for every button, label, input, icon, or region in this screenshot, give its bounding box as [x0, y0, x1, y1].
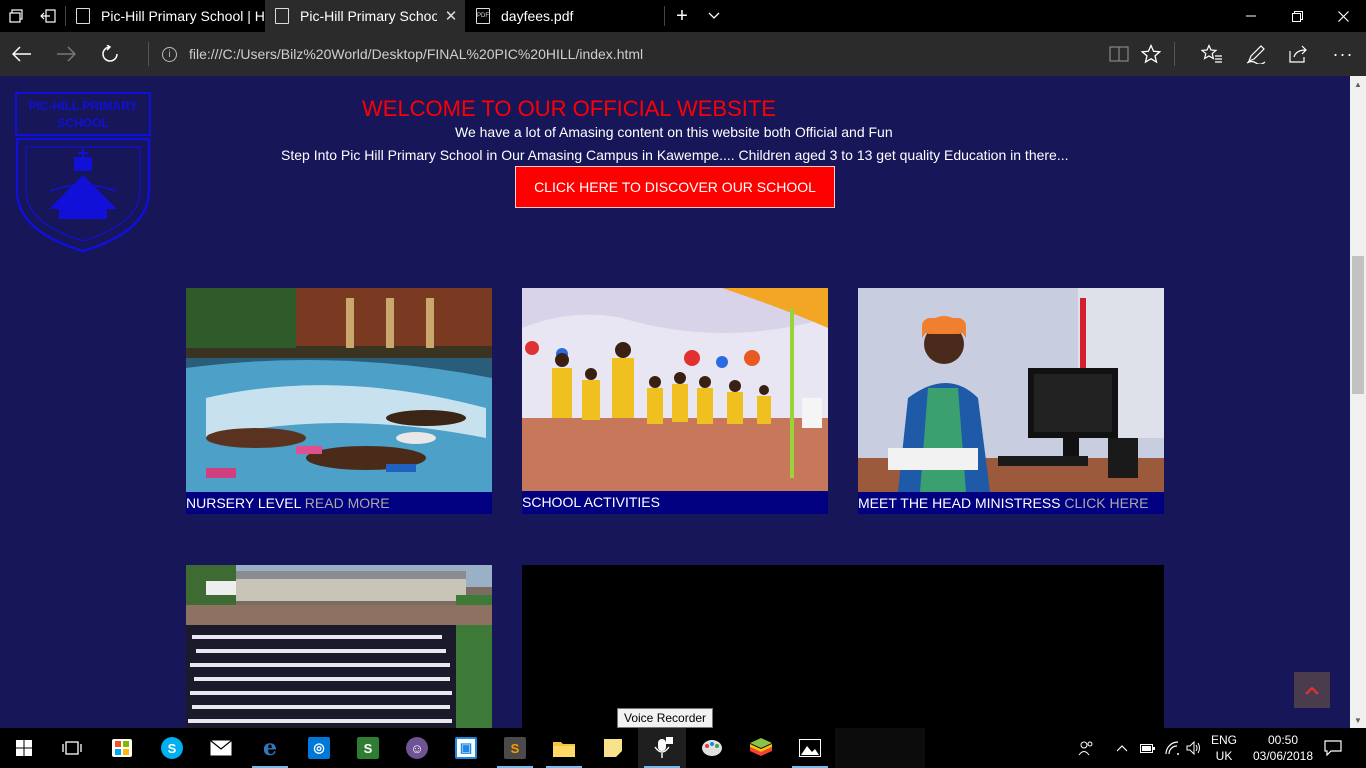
people-icon[interactable]	[1078, 728, 1094, 768]
tab-set-aside-icon[interactable]	[0, 0, 32, 32]
intro-text-2: Step Into Pic Hill Primary School in Our…	[281, 147, 1069, 163]
web-page: PIC-HILL PRIMARY SCHOOL WELCOME TO OUR O…	[0, 76, 1350, 728]
info-icon[interactable]: i	[162, 46, 177, 62]
new-tab-icon[interactable]: +	[666, 0, 698, 32]
card-caption: SCHOOL ACTIVITIES	[522, 491, 828, 514]
photos-icon[interactable]	[786, 728, 834, 768]
card-head-ministress: MEET THE HEAD MINISTRESS CLICK HERE	[858, 288, 1164, 514]
maximize-icon[interactable]	[1274, 0, 1320, 32]
tab-pic-hill-home[interactable]: Pic-Hill Primary School | Ho	[66, 0, 264, 32]
page-favicon-icon	[275, 8, 289, 24]
taskbar: S e ◎ S ☺ ▣ S ENG UK 00:50 03/06/2018	[0, 728, 1366, 768]
back-to-top-button[interactable]	[1294, 672, 1330, 708]
language-code: ENG	[1210, 733, 1237, 747]
task-view-icon[interactable]	[48, 728, 96, 768]
intro-text-1: We have a lot of Amasing content on this…	[455, 124, 893, 140]
page-scrollbar[interactable]: ▲ ▼	[1350, 76, 1366, 728]
card-caption: NURSERY LEVEL READ MORE	[186, 492, 492, 514]
tab-title: Pic-Hill Primary School | Ho	[101, 8, 264, 24]
keyboard-layout: UK	[1215, 749, 1233, 763]
store-icon[interactable]	[98, 728, 146, 768]
voice-recorder-icon[interactable]	[638, 728, 686, 768]
clock-time: 00:50	[1267, 733, 1299, 747]
mail-icon[interactable]	[197, 728, 245, 768]
school-logo[interactable]: PIC-HILL PRIMARY SCHOOL	[14, 91, 152, 253]
skype-icon[interactable]: S	[148, 728, 196, 768]
input-language[interactable]: ENG UK	[1206, 732, 1242, 764]
page-favicon-icon	[76, 8, 90, 24]
scroll-down-icon[interactable]: ▼	[1350, 712, 1366, 728]
welcome-heading: WELCOME TO OUR OFFICIAL WEBSITE	[362, 96, 776, 121]
address-toolbar: i file:///C:/Users/Bilz%20World/Desktop/…	[0, 32, 1366, 76]
read-more-link[interactable]: READ MORE	[305, 495, 390, 511]
tab-bar: Pic-Hill Primary School | Ho Pic-Hill Pr…	[0, 0, 1366, 32]
tab-title: Pic-Hill Primary School	[300, 8, 437, 24]
logo-text-line1: PIC-HILL PRIMARY	[29, 99, 138, 113]
web-note-icon[interactable]	[1234, 32, 1278, 76]
refresh-icon[interactable]	[88, 32, 132, 76]
nursery-photo[interactable]	[186, 288, 492, 492]
pdf-file-icon: PDF	[476, 8, 490, 24]
close-icon[interactable]	[1320, 0, 1366, 32]
card-caption-title: SCHOOL ACTIVITIES	[522, 494, 660, 510]
tab-dayfees-pdf[interactable]: PDF dayfees.pdf	[466, 0, 664, 32]
action-center-icon[interactable]	[1324, 728, 1342, 768]
voice-recorder-tooltip: Voice Recorder	[617, 708, 714, 728]
volume-icon[interactable]	[1186, 728, 1202, 768]
activities-photo[interactable]	[522, 288, 828, 491]
favorite-star-icon[interactable]	[1129, 32, 1173, 76]
back-icon[interactable]	[0, 32, 44, 76]
card-assembly	[186, 565, 492, 728]
address-bar[interactable]: i file:///C:/Users/Bilz%20World/Desktop/…	[162, 32, 643, 76]
click-here-link[interactable]: CLICK HERE	[1064, 495, 1148, 511]
scroll-up-icon[interactable]: ▲	[1350, 76, 1366, 92]
tab-list-chevron-icon[interactable]	[698, 0, 730, 32]
restore-tabs-icon[interactable]	[32, 0, 64, 32]
url-text[interactable]: file:///C:/Users/Bilz%20World/Desktop/FI…	[189, 46, 643, 62]
clock-date: 03/06/2018	[1252, 749, 1314, 763]
tab-close-icon[interactable]: ✕	[437, 7, 465, 25]
scroll-thumb[interactable]	[1352, 256, 1364, 394]
discover-school-button[interactable]: CLICK HERE TO DISCOVER OUR SCHOOL	[515, 166, 835, 208]
card-caption: MEET THE HEAD MINISTRESS CLICK HERE	[858, 492, 1164, 514]
more-icon[interactable]: ···	[1321, 32, 1365, 76]
chevron-up-icon	[1305, 685, 1319, 695]
edge-icon[interactable]: e	[246, 728, 294, 768]
head-ministress-photo[interactable]	[858, 288, 1164, 492]
sway-icon[interactable]: S	[344, 728, 392, 768]
minimize-icon[interactable]	[1228, 0, 1274, 32]
favorites-hub-icon[interactable]	[1190, 32, 1234, 76]
tab-pic-hill-active[interactable]: Pic-Hill Primary School ✕	[265, 0, 465, 32]
tab-title: dayfees.pdf	[501, 8, 574, 24]
logo-text-line2: SCHOOL	[57, 116, 108, 130]
sticky-notes-icon[interactable]	[589, 728, 637, 768]
assembly-photo[interactable]	[186, 565, 492, 728]
paint-icon[interactable]	[688, 728, 736, 768]
share-icon[interactable]	[1277, 32, 1321, 76]
card-caption-title: MEET THE HEAD MINISTRESS	[858, 495, 1061, 511]
card-caption-title: NURSERY LEVEL	[186, 495, 301, 511]
sublime-icon[interactable]: S	[491, 728, 539, 768]
camera-icon[interactable]: ◎	[295, 728, 343, 768]
wifi-icon[interactable]	[1164, 728, 1180, 768]
system-clock[interactable]: 00:50 03/06/2018	[1250, 732, 1316, 764]
cortana-app-icon[interactable]: ▣	[442, 728, 490, 768]
bluestacks-icon[interactable]	[737, 728, 785, 768]
forward-icon[interactable]	[44, 32, 88, 76]
github-icon[interactable]: ☺	[393, 728, 441, 768]
card-nursery-level: NURSERY LEVEL READ MORE	[186, 288, 492, 514]
show-hidden-icons-icon[interactable]	[1116, 728, 1128, 768]
file-explorer-icon[interactable]	[540, 728, 588, 768]
battery-icon[interactable]	[1140, 728, 1156, 768]
start-icon[interactable]	[0, 728, 48, 768]
card-school-activities: SCHOOL ACTIVITIES	[522, 288, 828, 514]
video-player[interactable]	[522, 565, 1164, 728]
taskbar-empty-area	[835, 728, 925, 768]
